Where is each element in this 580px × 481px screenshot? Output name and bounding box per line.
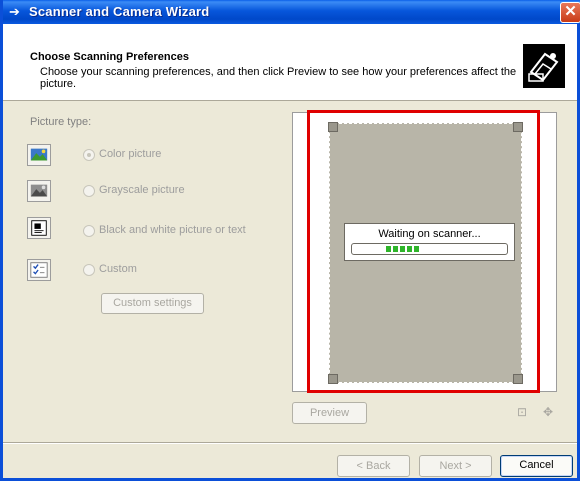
black-white-text-icon bbox=[27, 217, 51, 239]
preview-button[interactable]: Preview bbox=[292, 402, 367, 424]
custom-settings-icon bbox=[27, 259, 51, 281]
wizard-header: Choose Scanning Preferences Choose your … bbox=[3, 24, 577, 101]
black-white-label[interactable]: Black and white picture or text bbox=[99, 224, 246, 236]
next-button[interactable]: Next > bbox=[419, 455, 492, 477]
footer-separator bbox=[3, 442, 577, 444]
custom-radio[interactable] bbox=[83, 264, 95, 276]
grayscale-picture-radio[interactable] bbox=[83, 185, 95, 197]
wizard-window: ➔ Scanner and Camera Wizard ✕ Choose Sca… bbox=[0, 0, 580, 481]
grayscale-picture-icon bbox=[27, 180, 51, 202]
color-picture-radio[interactable] bbox=[83, 149, 95, 161]
page-title: Choose Scanning Preferences bbox=[30, 51, 189, 63]
fit-selection-icon[interactable]: ⊡ bbox=[515, 405, 529, 419]
close-icon: ✕ bbox=[564, 3, 577, 20]
picture-type-label: Picture type: bbox=[30, 116, 92, 128]
cancel-button[interactable]: Cancel bbox=[500, 455, 573, 477]
grayscale-picture-label[interactable]: Grayscale picture bbox=[99, 184, 185, 196]
close-button[interactable]: ✕ bbox=[560, 2, 580, 23]
title-bar[interactable]: ➔ Scanner and Camera Wizard ✕ bbox=[3, 0, 580, 24]
scanner-camera-icon bbox=[523, 44, 565, 88]
custom-settings-button[interactable]: Custom settings bbox=[101, 293, 204, 314]
window-title: Scanner and Camera Wizard bbox=[29, 4, 210, 19]
back-button[interactable]: < Back bbox=[337, 455, 410, 477]
color-picture-label[interactable]: Color picture bbox=[99, 148, 161, 160]
black-white-radio[interactable] bbox=[83, 225, 95, 237]
color-picture-icon bbox=[27, 144, 51, 166]
custom-label[interactable]: Custom bbox=[99, 263, 137, 275]
highlight-frame bbox=[307, 110, 540, 393]
wizard-arrow-icon: ➔ bbox=[9, 4, 20, 19]
page-description: Choose your scanning preferences, and th… bbox=[40, 66, 517, 90]
move-icon[interactable]: ✥ bbox=[541, 405, 555, 419]
